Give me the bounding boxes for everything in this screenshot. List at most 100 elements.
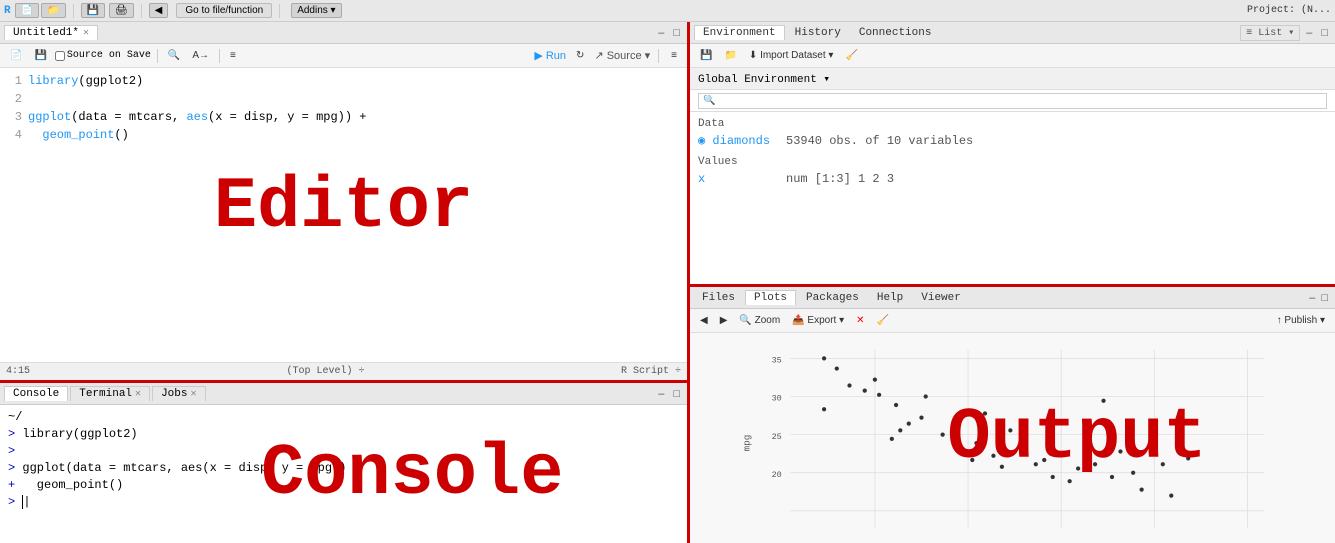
plots-content: 35 30 25 20 mpg: [690, 333, 1335, 543]
env-maximize-btn[interactable]: □: [1318, 26, 1331, 40]
source-btn[interactable]: ↗ Source ▾: [594, 49, 650, 62]
publish-area: ↑ Publish ▾: [1273, 314, 1329, 327]
x-value: num [1:3] 1 2 3: [786, 170, 894, 188]
env-broom-btn[interactable]: 🧹: [841, 49, 861, 62]
point-34: [1186, 456, 1190, 460]
editor-content[interactable]: 1 library(ggplot2) 2 3 ggplot(data = mtc…: [0, 68, 687, 362]
console-path: ~/: [8, 409, 679, 426]
point-30: [898, 428, 902, 432]
environment-section: Environment History Connections ≡ List ▾…: [690, 22, 1335, 287]
broom-plot-btn[interactable]: 🧹: [873, 314, 893, 327]
code-line-3: 3 ggplot(data = mtcars, aes(x = disp, y …: [0, 108, 687, 126]
console-cursor-line: > |: [8, 494, 679, 511]
env-tab-environment[interactable]: Environment: [694, 25, 785, 40]
jobs-close[interactable]: ✕: [190, 388, 196, 400]
env-tab-history[interactable]: History: [787, 26, 849, 40]
env-save-btn[interactable]: 💾: [696, 49, 716, 62]
sep3: [279, 4, 280, 18]
editor-tab-close[interactable]: ✕: [83, 27, 89, 39]
file-icons: 📄 📁: [15, 3, 66, 18]
line-code-3: ggplot(data = mtcars, aes(x = disp, y = …: [28, 108, 366, 126]
find-btn[interactable]: A→: [188, 49, 213, 62]
more-btn[interactable]: ≡: [667, 49, 681, 62]
list-btn[interactable]: ≡ List ▾: [1240, 25, 1300, 41]
run-source-area: ▶ Run ↻ ↗ Source ▾ ≡: [534, 49, 681, 63]
console-minimize-btn[interactable]: –: [655, 387, 667, 401]
publish-btn[interactable]: ↑ Publish ▾: [1273, 314, 1329, 327]
diamonds-row[interactable]: ◉ diamonds 53940 obs. of 10 variables: [698, 132, 1327, 150]
console-tab-terminal[interactable]: Terminal ✕: [70, 386, 150, 401]
run-btn[interactable]: ▶ Run: [534, 49, 566, 62]
go-to-file-btn[interactable]: Go to file/function: [176, 3, 272, 18]
prev-plot-btn[interactable]: ◀: [696, 314, 712, 327]
env-tab-connections[interactable]: Connections: [851, 26, 940, 40]
open-file-btn[interactable]: 📁: [41, 3, 65, 18]
plots-tab-viewer[interactable]: Viewer: [913, 291, 969, 305]
terminal-close[interactable]: ✕: [135, 388, 141, 400]
editor-sub-toolbar: 📄 💾 Source on Save 🔍 A→ ≡ ▶ Run ↻ ↗ Sour…: [0, 44, 687, 68]
point-31: [1118, 449, 1122, 453]
sub-sep1: [157, 49, 158, 63]
next-plot-btn[interactable]: ▶: [716, 314, 732, 327]
global-env-dropdown[interactable]: Global Environment ▾: [698, 72, 830, 86]
point-14: [974, 441, 978, 445]
editor-maximize-btn[interactable]: □: [670, 26, 683, 40]
back-btn[interactable]: ◀: [149, 3, 169, 18]
env-tab-connections-label: Connections: [859, 27, 932, 39]
zoom-btn[interactable]: 🔍 Zoom: [735, 314, 784, 327]
code-area[interactable]: 1 library(ggplot2) 2 3 ggplot(data = mtc…: [0, 72, 687, 144]
source-on-save-checkbox[interactable]: [55, 51, 65, 61]
plots-tab-plots[interactable]: Plots: [745, 290, 796, 305]
diamonds-value: 53940 obs. of 10 variables: [786, 132, 973, 150]
format-btn[interactable]: ≡: [226, 49, 240, 62]
import-dataset-btn[interactable]: ⬇ Import Dataset ▾: [745, 49, 838, 62]
point-9: [919, 416, 923, 420]
delete-plot-btn[interactable]: ✕: [852, 314, 868, 327]
rerun-btn[interactable]: ↻: [572, 49, 588, 62]
editor-tab-untitled[interactable]: Untitled1* ✕: [4, 25, 98, 40]
point-19: [1051, 475, 1055, 479]
env-search-input[interactable]: [698, 93, 1327, 109]
r-icon: R: [4, 5, 11, 17]
x-row[interactable]: x num [1:3] 1 2 3: [698, 170, 1327, 188]
env-content: Data ◉ diamonds 53940 obs. of 10 variabl…: [690, 112, 1335, 284]
env-tab-icons: ≡ List ▾ – □: [1240, 25, 1331, 41]
source-on-save-label[interactable]: Source on Save: [55, 50, 151, 61]
left-panel: Untitled1* ✕ – □ 📄 💾 Source on Save 🔍 A: [0, 22, 690, 543]
line-num-2: 2: [0, 90, 28, 108]
editor-tab-icons: – □: [655, 26, 683, 40]
save-script-btn[interactable]: 💾: [30, 49, 50, 62]
addins-btn[interactable]: Addins ▾: [291, 3, 341, 18]
console-tab-jobs[interactable]: Jobs ✕: [152, 386, 205, 401]
env-load-btn[interactable]: 📁: [720, 49, 740, 62]
plots-maximize-btn[interactable]: □: [1318, 291, 1331, 305]
point-18: [1034, 462, 1038, 466]
new-script-btn[interactable]: 📄: [6, 49, 26, 62]
diamonds-name: ◉ diamonds: [698, 132, 778, 150]
env-sub-toolbar: 💾 📁 ⬇ Import Dataset ▾ 🧹: [690, 44, 1335, 68]
code-line-4: 4 geom_point(): [0, 126, 687, 144]
point-26: [1076, 466, 1080, 470]
env-global-bar: Global Environment ▾: [690, 68, 1335, 90]
new-file-btn[interactable]: 📄: [15, 3, 39, 18]
plots-tab-files[interactable]: Files: [694, 291, 743, 305]
console-tab-console[interactable]: Console: [4, 386, 68, 401]
point-2: [835, 366, 839, 370]
plots-tab-packages[interactable]: Packages: [798, 291, 867, 305]
console-tab-icons: – □: [655, 387, 683, 401]
console-content[interactable]: ~/ > library(ggplot2) > > ggplot(data = …: [0, 405, 687, 543]
export-btn[interactable]: 📤 Export ▾: [788, 314, 848, 327]
line-code-2: [28, 90, 35, 108]
editor-minimize-btn[interactable]: –: [655, 26, 667, 40]
plots-minimize-btn[interactable]: –: [1306, 291, 1318, 305]
editor-tab-bar: Untitled1* ✕ – □: [0, 22, 687, 44]
console-line-2: >: [8, 443, 679, 460]
packages-tab-label: Packages: [806, 292, 859, 304]
print-btn[interactable]: 🖨: [109, 3, 134, 18]
console-section: Console Terminal ✕ Jobs ✕ – □ ~/ > libra: [0, 383, 687, 543]
plots-tab-help[interactable]: Help: [869, 291, 911, 305]
search-btn[interactable]: 🔍: [164, 49, 184, 62]
console-maximize-btn[interactable]: □: [670, 387, 683, 401]
save-btn[interactable]: 💾: [81, 3, 105, 18]
env-minimize-btn[interactable]: –: [1303, 26, 1315, 40]
